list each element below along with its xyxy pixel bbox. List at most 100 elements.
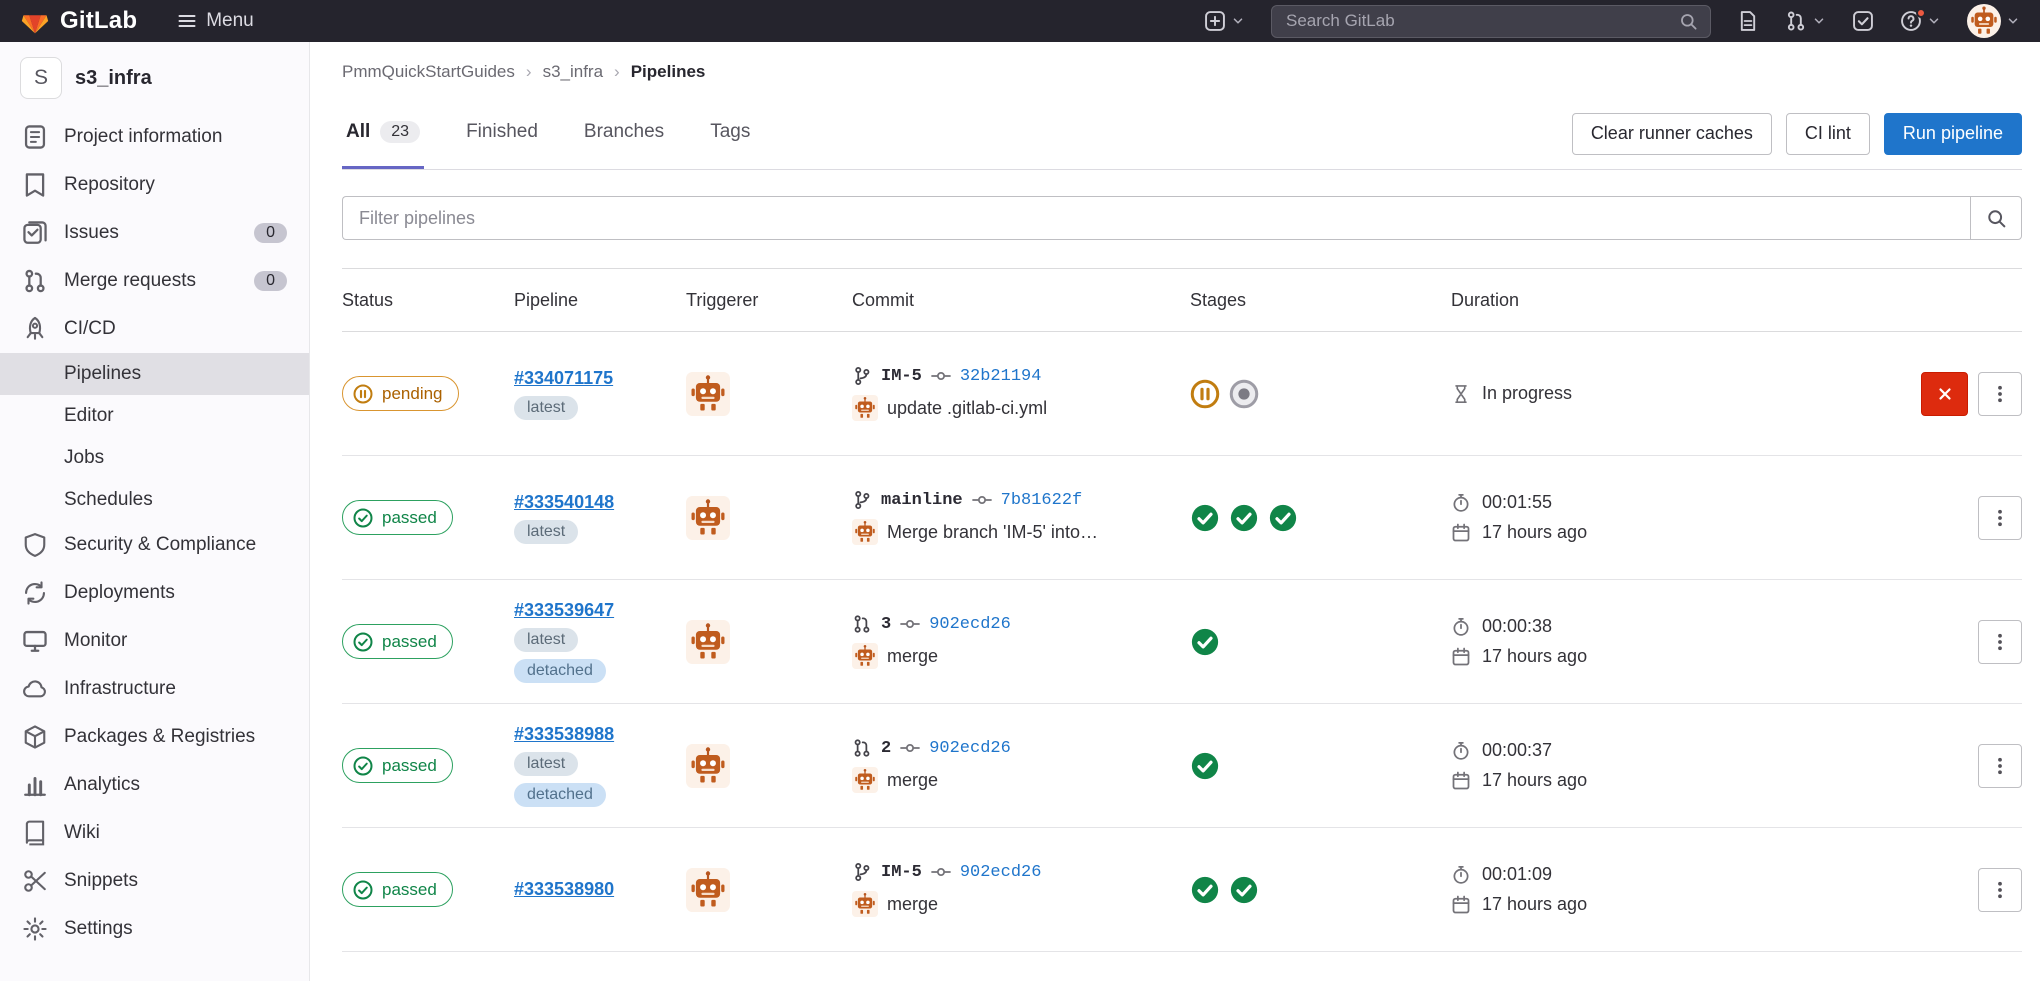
pipeline-link[interactable]: #333539647 — [514, 600, 614, 621]
commit-sha-link[interactable]: 32b21194 — [960, 367, 1042, 386]
commit-author-avatar[interactable] — [852, 767, 878, 793]
triggerer-avatar[interactable] — [686, 372, 730, 416]
sidebar-item-merge-requests[interactable]: Merge requests 0 — [0, 257, 309, 305]
stage-icon-passed[interactable] — [1268, 503, 1298, 533]
clear-runner-caches-button[interactable]: Clear runner caches — [1572, 113, 1772, 155]
commit-sha-link[interactable]: 902ecd26 — [929, 739, 1011, 758]
row-actions-menu-button[interactable] — [1978, 372, 2022, 416]
status-badge-passed[interactable]: passed — [342, 748, 453, 783]
commit-sha-link[interactable]: 902ecd26 — [960, 863, 1042, 882]
label-latest[interactable]: latest — [514, 396, 578, 420]
breadcrumb-project-link[interactable]: s3_infra — [543, 62, 603, 82]
pipeline-link[interactable]: #333540148 — [514, 492, 614, 513]
bot-avatar-icon — [852, 767, 878, 793]
stage-icon-passed[interactable] — [1229, 875, 1259, 905]
tab-finished[interactable]: Finished — [462, 98, 542, 169]
sidebar-item-pipelines[interactable]: Pipelines — [0, 353, 309, 395]
stage-icon-passed[interactable] — [1190, 627, 1220, 657]
sidebar-item-deployments[interactable]: Deployments — [0, 569, 309, 617]
pipeline-link[interactable]: #334071175 — [514, 368, 613, 389]
sidebar-item-settings[interactable]: Settings — [0, 905, 309, 953]
row-actions-menu-button[interactable] — [1978, 744, 2022, 788]
sidebar-item-repository[interactable]: Repository — [0, 161, 309, 209]
stage-icon-pending[interactable] — [1190, 379, 1220, 409]
stage-icon-passed[interactable] — [1190, 875, 1220, 905]
stage-icon-passed[interactable] — [1190, 751, 1220, 781]
sidebar-item-jobs[interactable]: Jobs — [0, 437, 309, 479]
stage-icon-passed[interactable] — [1190, 503, 1220, 533]
sidebar-item-cicd[interactable]: CI/CD — [0, 305, 309, 353]
merge-request-link[interactable]: 2 — [881, 739, 891, 758]
commit-message-link[interactable]: merge — [887, 894, 938, 915]
sidebar-item-schedules[interactable]: Schedules — [0, 479, 309, 521]
gitlab-home-link[interactable]: GitLab — [20, 7, 137, 35]
commit-message-link[interactable]: Merge branch 'IM-5' into… — [887, 522, 1098, 543]
commit-author-avatar[interactable] — [852, 519, 878, 545]
label-detached[interactable]: detached — [514, 783, 606, 807]
commit-message-link[interactable]: update .gitlab-ci.yml — [887, 398, 1047, 419]
commit-message-link[interactable]: merge — [887, 770, 938, 791]
sidebar-item-editor[interactable]: Editor — [0, 395, 309, 437]
commit-author-avatar[interactable] — [852, 643, 878, 669]
status-badge-passed[interactable]: passed — [342, 624, 453, 659]
run-pipeline-button[interactable]: Run pipeline — [1884, 113, 2022, 155]
topbar-right-cluster — [1204, 4, 2020, 38]
ref-link[interactable]: IM-5 — [881, 367, 922, 386]
stage-icon-passed[interactable] — [1229, 503, 1259, 533]
sidebar-item-analytics[interactable]: Analytics — [0, 761, 309, 809]
search-input[interactable] — [1284, 10, 1671, 32]
menu-button[interactable]: Menu — [171, 9, 260, 33]
ci-lint-button[interactable]: CI lint — [1786, 113, 1870, 155]
commit-author-avatar[interactable] — [852, 395, 878, 421]
help-menu-button[interactable] — [1900, 10, 1941, 32]
merge-requests-menu-button[interactable] — [1785, 10, 1826, 32]
commit-sha-link[interactable]: 7b81622f — [1001, 491, 1083, 510]
sidebar-project-header[interactable]: S s3_infra — [0, 42, 309, 113]
status-badge-passed[interactable]: passed — [342, 872, 453, 907]
sidebar-item-wiki[interactable]: Wiki — [0, 809, 309, 857]
tab-tags[interactable]: Tags — [706, 98, 754, 169]
breadcrumb-current-page: Pipelines — [631, 62, 706, 82]
label-latest[interactable]: latest — [514, 628, 578, 652]
label-detached[interactable]: detached — [514, 659, 606, 683]
status-badge-passed[interactable]: passed — [342, 500, 453, 535]
row-actions-menu-button[interactable] — [1978, 620, 2022, 664]
label-latest[interactable]: latest — [514, 520, 578, 544]
pipeline-link[interactable]: #333538988 — [514, 724, 614, 745]
merge-request-link[interactable]: 3 — [881, 615, 891, 634]
commit-author-avatar[interactable] — [852, 891, 878, 917]
status-badge-pending[interactable]: pending — [342, 376, 459, 411]
breadcrumb-group-link[interactable]: PmmQuickStartGuides — [342, 62, 515, 82]
todos-button[interactable] — [1852, 10, 1874, 32]
ref-link[interactable]: mainline — [881, 491, 963, 510]
ref-link[interactable]: IM-5 — [881, 863, 922, 882]
cancel-pipeline-button[interactable] — [1921, 372, 1968, 416]
row-actions-menu-button[interactable] — [1978, 496, 2022, 540]
commit-message-link[interactable]: merge — [887, 646, 938, 667]
issues-shortcut-button[interactable] — [1737, 10, 1759, 32]
global-search-box[interactable] — [1271, 5, 1711, 38]
triggerer-avatar[interactable] — [686, 868, 730, 912]
sidebar-item-packages-registries[interactable]: Packages & Registries — [0, 713, 309, 761]
row-actions-menu-button[interactable] — [1978, 868, 2022, 912]
sidebar-item-project-information[interactable]: Project information — [0, 113, 309, 161]
tab-branches[interactable]: Branches — [580, 98, 668, 169]
filter-search-button[interactable] — [1970, 196, 2022, 240]
tab-all[interactable]: All 23 — [342, 98, 424, 169]
commit-sha-link[interactable]: 902ecd26 — [929, 615, 1011, 634]
sidebar-item-security-compliance[interactable]: Security & Compliance — [0, 521, 309, 569]
sidebar-item-monitor[interactable]: Monitor — [0, 617, 309, 665]
stage-icon-created[interactable] — [1229, 379, 1259, 409]
sidebar-item-snippets[interactable]: Snippets — [0, 857, 309, 905]
sidebar-item-infrastructure[interactable]: Infrastructure — [0, 665, 309, 713]
timer-icon — [1451, 617, 1471, 637]
label-latest[interactable]: latest — [514, 752, 578, 776]
pipeline-link[interactable]: #333538980 — [514, 879, 614, 900]
user-menu-button[interactable] — [1967, 4, 2020, 38]
triggerer-avatar[interactable] — [686, 744, 730, 788]
triggerer-avatar[interactable] — [686, 496, 730, 540]
new-menu-button[interactable] — [1204, 10, 1245, 32]
sidebar-item-issues[interactable]: Issues 0 — [0, 209, 309, 257]
filter-pipelines-input[interactable] — [342, 196, 1970, 240]
triggerer-avatar[interactable] — [686, 620, 730, 664]
